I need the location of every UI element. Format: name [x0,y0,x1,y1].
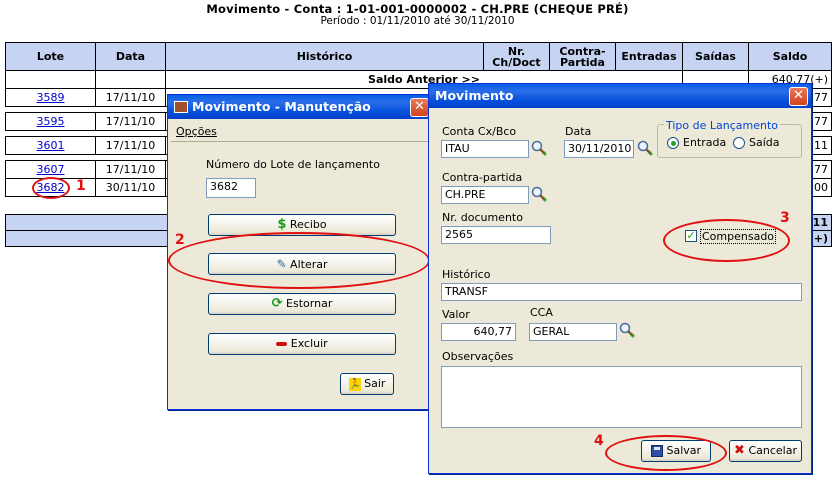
entrada-label: Entrada [683,136,727,149]
row-date: 17/11/10 [95,136,166,155]
annotation-number-2: 2 [175,232,185,248]
valor-label: Valor [442,308,470,321]
row-date: 30/11/10 [95,178,166,197]
row-date: 17/11/10 [95,160,166,179]
observacoes-label: Observações [442,350,514,363]
lote-label: Número do Lote de lançamento [206,158,380,171]
excluir-button[interactable]: Excluir [208,333,396,355]
tipo-lancamento-label: Tipo de Lançamento [664,119,781,132]
valor-input[interactable]: 640,77 [441,323,516,341]
radio-saida[interactable] [733,137,745,149]
annotation-ellipse-2 [168,232,430,289]
observacoes-textarea[interactable] [441,366,802,428]
search-icon[interactable]: + [531,140,547,156]
col-header-data: Data [95,42,166,71]
annotation-number-4: 4 [594,433,604,449]
nrdoc-label: Nr. documento [442,211,523,224]
saida-label: Saída [749,136,780,149]
cca-label: CCA [530,306,553,319]
row-date: 17/11/10 [95,88,166,107]
window-title: Movimento [435,88,514,103]
lote-link[interactable]: 3607 [37,163,65,176]
dollar-icon: $ [277,217,287,232]
estornar-button[interactable]: ⟳ Estornar [208,293,396,315]
window-title: Movimento - Manutenção [192,99,371,114]
col-header-contrapartida: Contra-Partida [549,42,616,71]
annotation-number-1: 1 [76,178,86,194]
sair-button[interactable]: 🏃 Sair [340,373,394,395]
window-movimento: Movimento ✕ Conta Cx/Bco ITAU + Data 30/… [428,83,812,474]
report-period: Período : 01/11/2010 até 30/11/2010 [320,15,515,27]
contrapartida-input[interactable]: CH.PRE [441,186,529,204]
search-icon[interactable]: + [619,322,635,338]
col-header-saidas: Saídas [682,42,749,71]
historico-label: Histórico [442,268,491,281]
refresh-icon: ⟳ [271,296,283,311]
col-header-lote: Lote [5,42,96,71]
svg-text:+: + [542,196,547,202]
col-header-entradas: Entradas [615,42,683,71]
table-header-row: Lote Data Histórico Nr. Ch/Doct Contra-P… [5,42,832,71]
close-icon[interactable]: ✕ [410,98,429,117]
search-icon[interactable]: + [637,140,653,156]
close-icon[interactable]: ✕ [789,87,808,106]
nrdoc-input[interactable]: 2565 [441,226,551,244]
col-header-saldo: Saldo [748,42,832,71]
exit-runner-icon: 🏃 [348,377,362,391]
lote-link[interactable]: 3595 [37,115,65,128]
historico-input[interactable]: TRANSF [441,283,802,301]
titlebar: Movimento [429,84,811,108]
col-header-nrdoc: Nr. Ch/Doct [483,42,550,71]
svg-text:+: + [648,150,653,156]
lote-link[interactable]: 3601 [37,139,65,152]
col-header-historico: Histórico [165,42,484,71]
search-icon[interactable]: + [531,186,547,202]
data-label: Data [565,125,592,138]
lote-input[interactable]: 3682 [206,178,256,198]
data-input[interactable]: 30/11/2010 [564,140,634,158]
titlebar: Movimento - Manutenção [168,95,432,119]
row-date: 17/11/10 [95,112,166,131]
minus-icon [276,342,288,346]
cancelar-button[interactable]: ✖ Cancelar [729,440,802,462]
svg-text:+: + [542,150,547,156]
cca-input[interactable]: GERAL [529,323,617,341]
lote-link[interactable]: 3589 [37,91,65,104]
conta-input[interactable]: ITAU [441,140,529,158]
cancel-x-icon: ✖ [734,443,745,458]
app-icon [174,100,188,113]
conta-label: Conta Cx/Bco [442,125,517,138]
menu-opcoes[interactable]: Opções [176,125,217,138]
contrapartida-label: Contra-partida [442,171,523,184]
annotation-number-3: 3 [780,210,790,226]
annotation-ellipse-4 [605,435,727,471]
report-title: Movimento - Conta : 1-01-001-0000002 - C… [206,2,629,16]
svg-text:+: + [630,332,635,338]
radio-entrada[interactable] [667,137,679,149]
annotation-ellipse-3 [663,219,790,262]
annotation-ellipse-1 [32,177,70,199]
